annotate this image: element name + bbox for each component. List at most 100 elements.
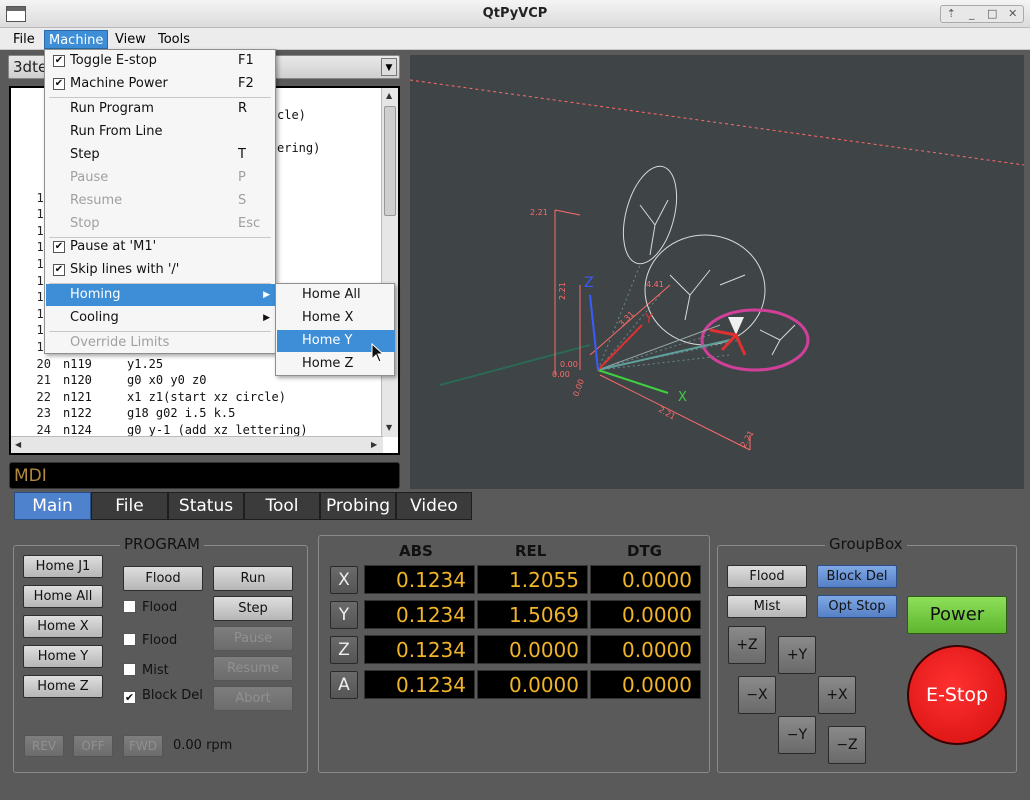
tab-tool[interactable]: Tool — [244, 492, 320, 520]
block-del-button[interactable]: Block Del — [817, 565, 897, 588]
menu-item-resume[interactable]: Resume S — [46, 190, 276, 212]
abort-button[interactable]: Abort — [213, 686, 293, 711]
y-axis-line — [597, 324, 643, 371]
mist-checkbox[interactable]: Mist — [123, 663, 169, 678]
gcode-line[interactable]: 23 n122 g18 g02 i.5 k.5 — [11, 405, 383, 421]
block-del-checkbox-label: Block Del — [142, 688, 203, 703]
menu-item-label: Run Program — [70, 101, 154, 116]
flood-button[interactable]: Flood — [123, 566, 203, 591]
jog-minus-x-button[interactable]: −X — [738, 676, 776, 714]
spindle-fwd-button[interactable]: FWD — [123, 735, 163, 757]
control-groupbox-title: GroupBox — [825, 535, 907, 553]
pause-button[interactable]: Pause — [213, 626, 293, 651]
scroll-up-icon[interactable]: ▲ — [386, 91, 392, 100]
backplot-3d-view[interactable]: X Y Z 2.21 2.21 2.21 2.21 0.00 0.00 0.00… — [410, 55, 1024, 489]
home-y-button[interactable]: Home Y — [23, 645, 103, 668]
home-all-button[interactable]: Home All — [23, 585, 103, 608]
tab-probing[interactable]: Probing — [320, 492, 396, 520]
home-x-button[interactable]: Home X — [23, 615, 103, 638]
dro-axis-x-button[interactable]: X — [330, 566, 358, 594]
jog-plus-x-button[interactable]: +X — [818, 676, 856, 714]
menu-item-homing[interactable]: Homing ▶ — [46, 284, 276, 306]
dro-axis-a-button[interactable]: A — [330, 671, 358, 699]
gb-mist-button[interactable]: Mist — [727, 595, 807, 618]
home-j1-button[interactable]: Home J1 — [23, 555, 103, 578]
jog-plus-y-button[interactable]: +Y — [778, 636, 816, 674]
menu-machine[interactable]: Machine — [44, 30, 109, 49]
chevron-down-icon[interactable]: ▼ — [381, 58, 397, 76]
menu-item-label: Pause at 'M1' — [70, 239, 157, 254]
dro-axis-z-button[interactable]: Z — [330, 636, 358, 664]
gcode-vertical-scrollbar[interactable]: ▲ ▼ — [381, 88, 398, 437]
home-z-button[interactable]: Home Z — [23, 675, 103, 698]
window-shade-icon[interactable]: ⇡ — [941, 6, 962, 22]
menu-item-stop[interactable]: Stop Esc — [46, 213, 276, 235]
window-minimize-icon[interactable]: _ — [962, 6, 983, 22]
jog-minus-z-button[interactable]: −Z — [828, 726, 866, 764]
window-maximize-icon[interactable]: □ — [982, 6, 1003, 22]
gcode-line[interactable]: 22 n121 x1 z1(start xz circle) — [11, 389, 383, 405]
menu-item-run-program[interactable]: Run Program R — [46, 98, 276, 120]
x-axis-line — [597, 369, 669, 394]
power-button[interactable]: Power — [907, 596, 1007, 634]
flood-checkbox-2[interactable]: Flood — [123, 633, 177, 648]
checkbox-box[interactable] — [123, 633, 136, 646]
spindle-off-button[interactable]: OFF — [73, 735, 113, 757]
jog-plus-z-button[interactable]: +Z — [728, 626, 766, 664]
menu-item-step[interactable]: Step T — [46, 144, 276, 166]
menu-item-pause-at-m1[interactable]: ✔ Pause at 'M1' — [46, 236, 276, 258]
dro-rel-y: 1.5069 — [477, 600, 588, 629]
menu-item-override-limits[interactable]: Override Limits — [46, 332, 276, 354]
dro-header-abs: ABS — [399, 542, 433, 560]
scroll-down-icon[interactable]: ▼ — [386, 423, 392, 432]
spindle-rev-button[interactable]: REV — [24, 735, 64, 757]
checkbox-box[interactable] — [123, 600, 136, 613]
dim-label: 0.00 — [571, 378, 586, 398]
tab-video[interactable]: Video — [396, 492, 472, 520]
dro-rel-x: 1.2055 — [477, 565, 588, 594]
backplot-canvas: X Y Z 2.21 2.21 2.21 2.21 0.00 0.00 0.00… — [410, 79, 1024, 451]
dro-rel-z: 0.0000 — [477, 635, 588, 664]
tab-file[interactable]: File — [91, 492, 168, 520]
menu-view[interactable]: View — [111, 30, 150, 49]
menu-item-shortcut: R — [238, 101, 248, 116]
checkbox-box[interactable] — [123, 663, 136, 676]
dim-label: 2.21 — [558, 282, 567, 300]
run-button[interactable]: Run — [213, 566, 293, 591]
flood-checkbox[interactable]: Flood — [123, 600, 177, 615]
checkmark-icon[interactable]: ✔ — [123, 691, 136, 704]
submenu-item-home-x[interactable]: Home X — [277, 307, 395, 329]
scroll-right-icon[interactable]: ▶ — [371, 440, 377, 449]
resume-button[interactable]: Resume — [213, 656, 293, 681]
tab-main[interactable]: Main — [14, 492, 91, 520]
step-button[interactable]: Step — [213, 596, 293, 621]
window-titlebar: QtPyVCP ⇡ _ □ ✕ — [0, 0, 1030, 28]
gcode-scroll-thumb[interactable] — [384, 106, 396, 216]
block-del-checkbox[interactable]: ✔ Block Del — [123, 688, 203, 704]
gcode-line-number: 22 — [36, 389, 51, 404]
gcode-horizontal-scrollbar[interactable]: ◀ ▶ — [11, 436, 383, 453]
menu-item-machine-power[interactable]: ✔ Machine Power F2 — [46, 73, 276, 95]
menu-item-run-from-line[interactable]: Run From Line — [46, 121, 276, 143]
menu-item-cooling[interactable]: Cooling ▶ — [46, 307, 276, 329]
tab-status[interactable]: Status — [168, 492, 244, 520]
menu-item-skip-lines[interactable]: ✔ Skip lines with '/' — [46, 259, 276, 281]
window-close-icon[interactable]: ✕ — [1003, 6, 1024, 22]
submenu-item-home-all[interactable]: Home All — [277, 284, 395, 306]
gb-flood-button[interactable]: Flood — [727, 565, 807, 588]
scroll-left-icon[interactable]: ◀ — [15, 440, 21, 449]
window-controls: ⇡ _ □ ✕ — [940, 5, 1024, 23]
estop-button[interactable]: E-Stop — [907, 645, 1007, 745]
gcode-line-code: g0 x0 y0 z0 — [127, 373, 207, 388]
menu-item-label: Stop — [70, 216, 100, 231]
checkmark-icon: ✔ — [53, 55, 65, 67]
jog-minus-y-button[interactable]: −Y — [778, 716, 816, 754]
menu-file[interactable]: File — [9, 30, 39, 49]
menu-item-pause[interactable]: Pause P — [46, 167, 276, 189]
opt-stop-button[interactable]: Opt Stop — [817, 595, 897, 618]
mdi-entry[interactable]: MDI — [9, 462, 400, 489]
dro-axis-y-button[interactable]: Y — [330, 601, 358, 629]
menu-tools[interactable]: Tools — [154, 30, 194, 49]
menu-item-toggle-estop[interactable]: ✔ Toggle E-stop F1 — [46, 50, 276, 72]
dro-header-rel: REL — [515, 542, 547, 560]
